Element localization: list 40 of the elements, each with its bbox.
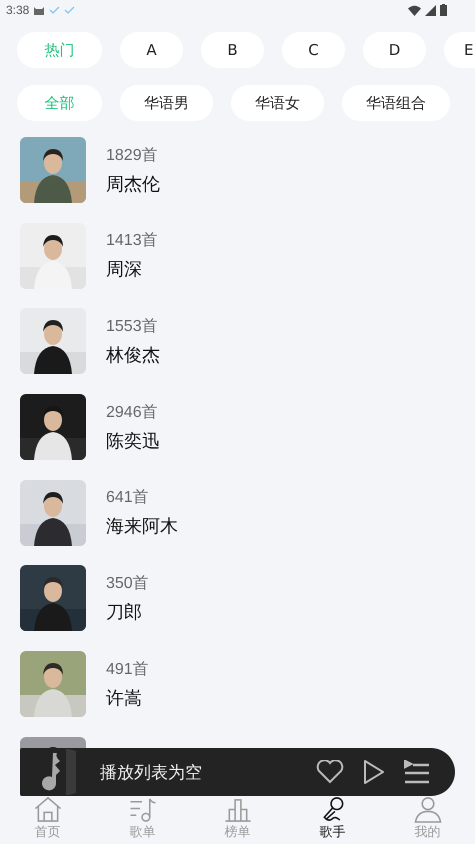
music-list-icon <box>128 796 158 823</box>
song-count: 1829首 <box>106 146 159 166</box>
player-title: 播放列表为空 <box>100 762 202 784</box>
music-note-icon <box>40 753 62 791</box>
song-count: 491首 <box>106 660 149 680</box>
signal-icon <box>425 4 436 16</box>
check-icon <box>49 6 60 14</box>
singer-name[interactable]: 许嵩 <box>106 686 149 710</box>
song-count: 641首 <box>106 488 150 508</box>
check-icon <box>64 6 76 14</box>
play-icon[interactable] <box>362 759 386 785</box>
home-icon <box>32 796 62 823</box>
song-count: 2946首 <box>106 402 159 423</box>
song-count: 1413首 <box>106 231 158 252</box>
singer-name[interactable]: 周深 <box>106 257 158 282</box>
playlist-icon[interactable] <box>404 760 430 784</box>
singer-name[interactable]: 陈奕迅 <box>106 428 160 453</box>
heart-icon[interactable] <box>316 760 344 784</box>
letter-tab[interactable]: A <box>120 32 183 68</box>
battery-icon <box>440 4 447 16</box>
nav-tab[interactable]: 歌手 <box>285 796 380 844</box>
singer-name[interactable]: 林俊杰 <box>106 342 160 367</box>
letter-tab[interactable]: B <box>201 32 264 68</box>
letter-tab[interactable]: D <box>363 32 426 68</box>
singer-name[interactable]: 刀郎 <box>106 600 149 624</box>
letter-tab[interactable]: E <box>444 32 475 68</box>
category-tab[interactable]: 华语组合 <box>342 85 450 121</box>
category-tab[interactable]: 华语女 <box>231 85 324 121</box>
song-count: 350首 <box>106 574 149 594</box>
singer-name[interactable]: 海来阿木 <box>106 514 178 538</box>
category-tab[interactable]: 华语男 <box>120 85 213 121</box>
status-time: 3:38 <box>6 3 30 17</box>
chart-icon <box>222 796 252 823</box>
player-bar[interactable]: 播放列表为空 <box>20 748 455 796</box>
person-icon <box>412 796 442 823</box>
wifi-icon <box>408 4 421 16</box>
song-count: 1553首 <box>106 316 159 337</box>
cat-icon <box>33 4 46 16</box>
letter-tab[interactable]: C <box>282 32 345 68</box>
singer-name[interactable]: 周杰伦 <box>106 172 160 196</box>
